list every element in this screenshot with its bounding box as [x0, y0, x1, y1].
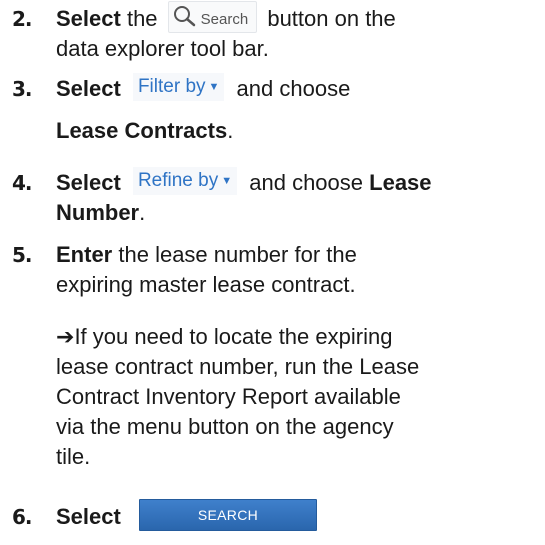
step-verb: Enter [56, 242, 113, 267]
step-text: . [139, 200, 146, 225]
note-text: via the menu button on the agency [56, 414, 394, 439]
step-verb: Select [56, 170, 121, 195]
step-text: . [227, 118, 234, 143]
search-icon [173, 6, 195, 27]
step-number: 6. [12, 505, 32, 529]
step-number: 4. [12, 171, 32, 195]
step-3: 3. Select Filter by ▼ and choose Lease Co… [10, 73, 535, 164]
step-text: the [126, 6, 158, 31]
step-number: 3. [12, 77, 32, 101]
step-text: and choose [249, 170, 364, 195]
step-2: 2. Select the Search button on the data … [10, 1, 535, 68]
refine-by-dropdown[interactable]: Refine by ▼ [132, 167, 238, 196]
note-text: tile. [56, 444, 91, 469]
step-text: expiring master lease contract. [56, 272, 356, 297]
note-text: If you need to locate the expiring [74, 324, 393, 349]
step-text: the lease number for the [118, 242, 357, 267]
dropdown-label: Filter by [137, 76, 206, 98]
step-4: 4. Select Refine by ▼ and choose Lease Nu… [10, 167, 535, 232]
filter-by-dropdown[interactable]: Filter by ▼ [132, 73, 225, 102]
note-text: Contract Inventory Report available [56, 384, 401, 409]
step-choice: Lease [369, 170, 432, 195]
step-verb: Select [56, 6, 121, 31]
step-choice: Lease Contracts [56, 118, 228, 143]
instruction-steps: 2. Select the Search button on the data … [0, 0, 545, 545]
step-text: data explorer tool bar. [56, 36, 269, 61]
step-choice: Number [56, 200, 140, 225]
step-text: and choose [236, 76, 351, 101]
caret-down-icon: ▼ [221, 175, 233, 188]
arrow-right-icon: ➔ [56, 325, 75, 350]
search-button[interactable]: SEARCH [138, 499, 317, 532]
search-toolbar-button[interactable]: Search [167, 1, 258, 34]
note-text: lease contract number, run the Lease [56, 354, 420, 379]
step-5: 5. Enter the lease number for the expiri… [10, 240, 535, 490]
step-text: button on the [267, 6, 396, 31]
search-button-label: Search [200, 11, 249, 29]
step-verb: Select [56, 76, 121, 101]
step-6: 6. Select SEARCH [10, 499, 535, 536]
caret-down-icon: ▼ [208, 81, 220, 94]
dropdown-label: Refine by [137, 170, 219, 192]
step-verb: Select [56, 504, 121, 529]
step-number: 5. [12, 243, 32, 267]
step-number: 2. [12, 7, 32, 31]
